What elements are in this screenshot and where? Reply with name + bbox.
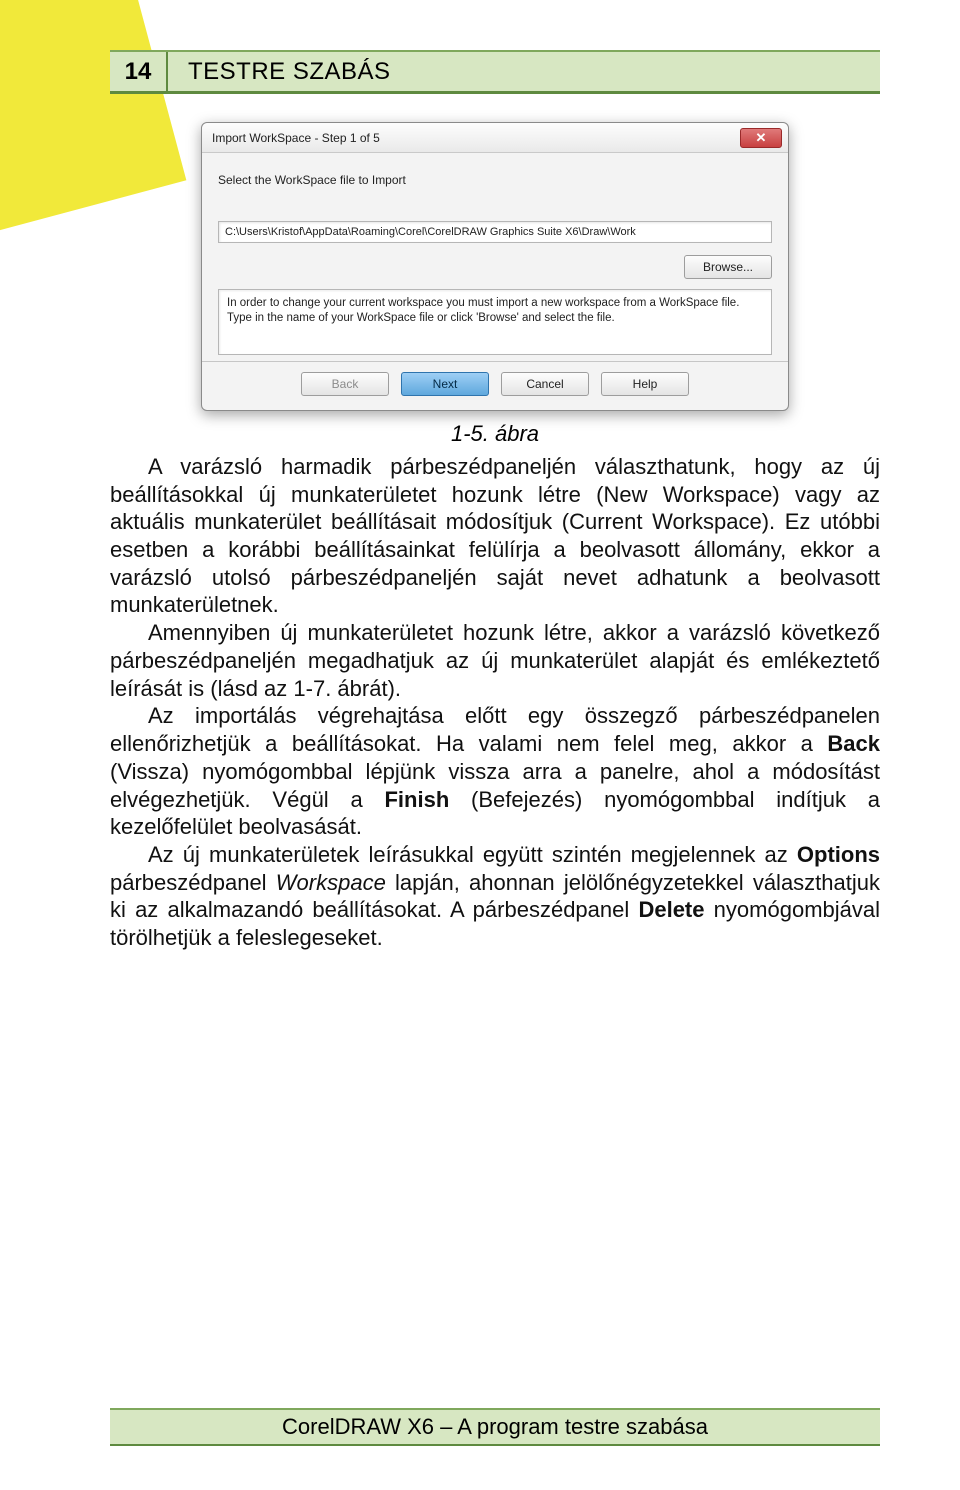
dialog-info-text: In order to change your current workspac… [218,289,772,355]
finish-bold: Finish [384,787,449,812]
paragraph-2: Amennyiben új munkaterületet hozunk létr… [110,620,880,700]
page-header: 14 TESTRE SZABÁS [110,50,880,94]
dialog-instruction: Select the WorkSpace file to Import [218,173,772,187]
dialog-title: Import WorkSpace - Step 1 of 5 [212,131,380,145]
close-icon: ✕ [756,130,767,146]
page-number: 14 [110,52,168,91]
paragraph-4b: párbeszédpanel [110,870,276,895]
paragraph-4a: Az új munkaterületek leírásukkal együtt … [148,842,797,867]
options-bold: Options [797,842,880,867]
back-button[interactable]: Back [301,372,389,396]
paragraph-3a: Az importálás végrehajtása előtt egy öss… [110,703,880,756]
body-text: A varázsló harmadik párbeszédpaneljén vá… [110,453,880,952]
workspace-italic: Workspace [276,870,386,895]
delete-bold: Delete [638,897,704,922]
page-footer: CorelDRAW X6 – A program testre szabása [110,1408,880,1446]
dialog-separator [202,361,788,362]
page-title: TESTRE SZABÁS [168,58,391,86]
help-button[interactable]: Help [601,372,689,396]
next-button[interactable]: Next [401,372,489,396]
dialog-titlebar: Import WorkSpace - Step 1 of 5 ✕ [202,123,788,153]
footer-text: CorelDRAW X6 – A program testre szabása [282,1414,708,1440]
close-button[interactable]: ✕ [740,128,782,148]
workspace-path-input[interactable]: C:\Users\Kristof\AppData\Roaming\Corel\C… [218,221,772,243]
back-bold: Back [827,731,880,756]
browse-button[interactable]: Browse... [684,255,772,279]
screenshot-figure: Import WorkSpace - Step 1 of 5 ✕ Select … [110,122,880,411]
cancel-button[interactable]: Cancel [501,372,589,396]
import-workspace-dialog: Import WorkSpace - Step 1 of 5 ✕ Select … [201,122,789,411]
paragraph-1: A varázsló harmadik párbeszédpaneljén vá… [110,454,880,618]
figure-caption: 1-5. ábra [110,421,880,447]
